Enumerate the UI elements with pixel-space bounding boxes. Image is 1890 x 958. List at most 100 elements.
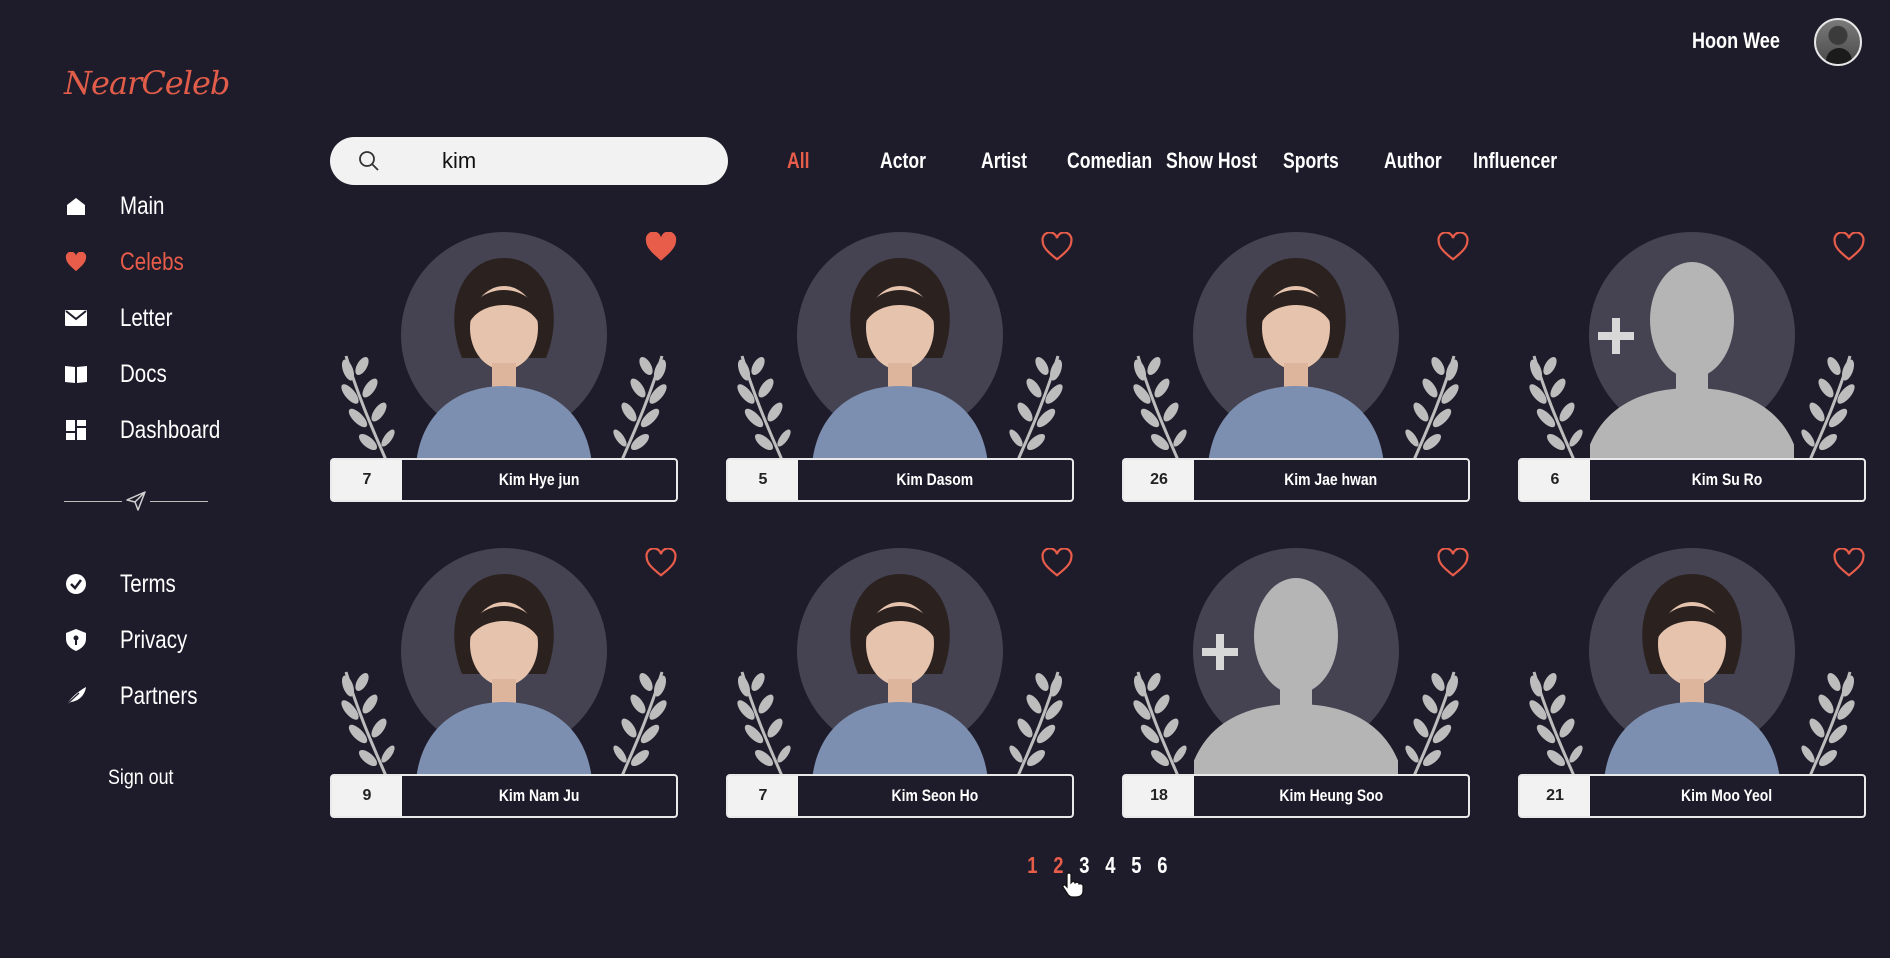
tab-sports[interactable]: Sports bbox=[1283, 148, 1339, 174]
laurel-icon bbox=[730, 668, 794, 783]
heart-outline-icon[interactable] bbox=[1832, 231, 1866, 266]
tab-all[interactable]: All bbox=[787, 148, 810, 174]
tab-influencer[interactable]: Influencer bbox=[1473, 148, 1557, 174]
celeb-count: 18 bbox=[1124, 776, 1194, 816]
search-input[interactable] bbox=[442, 145, 702, 177]
sidebar-secondary-nav: Terms Privacy Partners bbox=[64, 556, 214, 724]
page-4[interactable]: 4 bbox=[1105, 852, 1115, 879]
book-icon bbox=[64, 362, 88, 386]
celeb-namebar: 18 Kim Heung Soo bbox=[1122, 774, 1470, 818]
page-1[interactable]: 1 bbox=[1027, 852, 1037, 879]
laurel-icon bbox=[610, 352, 674, 467]
celeb-card[interactable]: 21 Kim Moo Yeol bbox=[1518, 547, 1866, 818]
celeb-name: Kim Jae hwan bbox=[1194, 460, 1468, 500]
sidebar-item-docs[interactable]: Docs bbox=[64, 346, 242, 402]
celeb-namebar: 7 Kim Hye jun bbox=[330, 458, 678, 502]
dashboard-icon bbox=[64, 418, 88, 442]
celeb-name-text: Kim Dasom bbox=[896, 470, 974, 489]
sidebar-item-label: Docs bbox=[120, 359, 167, 388]
sidebar-item-dashboard[interactable]: Dashboard bbox=[64, 402, 242, 458]
user-avatar[interactable] bbox=[1814, 18, 1862, 66]
sidebar-item-label: Celebs bbox=[120, 247, 184, 276]
hand-cursor-icon bbox=[1062, 872, 1084, 903]
celeb-card[interactable]: 26 Kim Jae hwan bbox=[1122, 231, 1470, 502]
heart-outline-icon[interactable] bbox=[1436, 231, 1470, 266]
celeb-namebar: 7 Kim Seon Ho bbox=[726, 774, 1074, 818]
sidebar-divider bbox=[64, 490, 208, 512]
celeb-name-text: Kim Heung Soo bbox=[1279, 786, 1383, 805]
laurel-icon bbox=[610, 668, 674, 783]
sidebar-item-label: Dashboard bbox=[120, 415, 221, 444]
mail-icon bbox=[64, 306, 88, 330]
heart-icon bbox=[64, 250, 88, 274]
celeb-count: 7 bbox=[332, 460, 402, 500]
celeb-card[interactable]: 5 Kim Dasom bbox=[726, 231, 1074, 502]
celeb-name: Kim Hye jun bbox=[402, 460, 676, 500]
feather-icon bbox=[64, 684, 88, 708]
pagination: 1 2 3 4 5 6 bbox=[1026, 852, 1168, 879]
sidebar-item-celebs[interactable]: Celebs bbox=[64, 234, 242, 290]
celeb-name-text: Kim Jae hwan bbox=[1284, 470, 1378, 489]
celeb-photo bbox=[798, 564, 1002, 780]
celeb-name-text: Kim Seon Ho bbox=[891, 786, 979, 805]
sidebar-item-main[interactable]: Main bbox=[64, 178, 242, 234]
celeb-namebar: 21 Kim Moo Yeol bbox=[1518, 774, 1866, 818]
page-6[interactable]: 6 bbox=[1157, 852, 1167, 879]
celeb-count: 7 bbox=[728, 776, 798, 816]
celeb-namebar: 26 Kim Jae hwan bbox=[1122, 458, 1470, 502]
celeb-card[interactable]: 9 Kim Nam Ju bbox=[330, 547, 678, 818]
sidebar-item-letter[interactable]: Letter bbox=[64, 290, 242, 346]
laurel-icon bbox=[1006, 352, 1070, 467]
laurel-icon bbox=[1522, 668, 1586, 783]
celeb-name: Kim Seon Ho bbox=[798, 776, 1072, 816]
heart-outline-icon[interactable] bbox=[644, 547, 678, 582]
laurel-icon bbox=[1126, 352, 1190, 467]
sidebar-item-privacy[interactable]: Privacy bbox=[64, 612, 214, 668]
sidebar-item-label: Privacy bbox=[120, 625, 188, 654]
tab-comedian[interactable]: Comedian bbox=[1067, 148, 1152, 174]
home-icon bbox=[64, 194, 88, 218]
celeb-count: 21 bbox=[1520, 776, 1590, 816]
celeb-card[interactable]: 7 Kim Seon Ho bbox=[726, 547, 1074, 818]
heart-outline-icon[interactable] bbox=[1040, 231, 1074, 266]
celeb-namebar: 5 Kim Dasom bbox=[726, 458, 1074, 502]
user-name[interactable]: Hoon Wee bbox=[1692, 28, 1780, 54]
celeb-photo bbox=[402, 564, 606, 780]
celeb-name: Kim Heung Soo bbox=[1194, 776, 1468, 816]
heart-outline-icon[interactable] bbox=[1832, 547, 1866, 582]
shield-icon bbox=[64, 628, 88, 652]
celeb-name: Kim Nam Ju bbox=[402, 776, 676, 816]
sidebar-item-partners[interactable]: Partners bbox=[64, 668, 214, 724]
celeb-namebar: 6 Kim Su Ro bbox=[1518, 458, 1866, 502]
app-logo[interactable]: NearCeleb bbox=[64, 64, 230, 102]
search-bar[interactable] bbox=[330, 137, 728, 185]
celeb-count: 26 bbox=[1124, 460, 1194, 500]
laurel-icon bbox=[1402, 352, 1466, 467]
page-5[interactable]: 5 bbox=[1131, 852, 1141, 879]
celeb-card[interactable]: 7 Kim Hye jun bbox=[330, 231, 678, 502]
celeb-name-text: Kim Su Ro bbox=[1691, 470, 1763, 489]
tab-author[interactable]: Author bbox=[1384, 148, 1442, 174]
laurel-icon bbox=[730, 352, 794, 467]
celeb-count: 9 bbox=[332, 776, 402, 816]
celeb-name-text: Kim Nam Ju bbox=[498, 786, 580, 805]
sign-out-link[interactable]: Sign out bbox=[108, 766, 174, 790]
sidebar-item-terms[interactable]: Terms bbox=[64, 556, 214, 612]
tab-show-host[interactable]: Show Host bbox=[1166, 148, 1257, 174]
celeb-photo bbox=[1194, 248, 1398, 464]
celeb-photo bbox=[798, 248, 1002, 464]
laurel-icon bbox=[334, 352, 398, 467]
laurel-icon bbox=[334, 668, 398, 783]
celeb-card[interactable]: 18 Kim Heung Soo bbox=[1122, 547, 1470, 818]
celeb-name-text: Kim Hye jun bbox=[498, 470, 580, 489]
celeb-count: 6 bbox=[1520, 460, 1590, 500]
sidebar-item-label: Letter bbox=[120, 303, 173, 332]
celeb-count: 5 bbox=[728, 460, 798, 500]
tab-artist[interactable]: Artist bbox=[981, 148, 1027, 174]
tab-actor[interactable]: Actor bbox=[880, 148, 926, 174]
celeb-card[interactable]: 6 Kim Su Ro bbox=[1518, 231, 1866, 502]
heart-outline-icon[interactable] bbox=[1040, 547, 1074, 582]
celeb-photo bbox=[1590, 564, 1794, 780]
heart-outline-icon[interactable] bbox=[1436, 547, 1470, 582]
heart-filled-icon[interactable] bbox=[644, 231, 678, 266]
